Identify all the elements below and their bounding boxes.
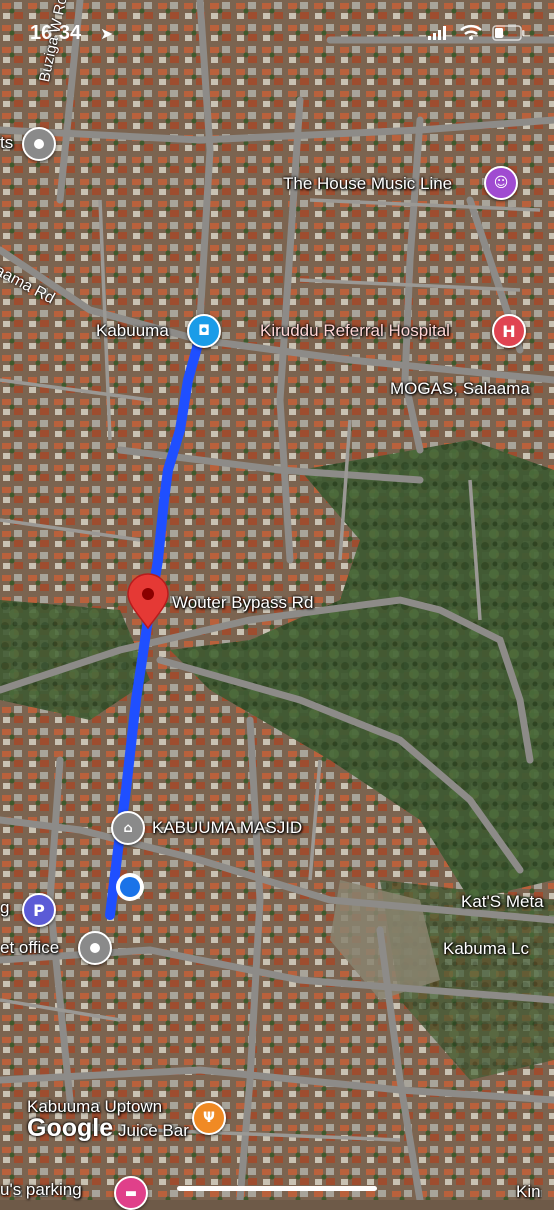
location-arrow-icon: ➤ [100, 26, 114, 43]
current-location-marker [116, 873, 144, 901]
road-label-wouter: Wouter Bypass Rd [172, 593, 314, 612]
kabuuma-pin[interactable]: ◘ [187, 314, 221, 348]
mogas-label[interactable]: MOGAS, Salaama [390, 379, 530, 399]
parking-bottom-label[interactable]: u's parking [0, 1180, 82, 1200]
location-pin-icon [90, 943, 100, 953]
masjid-label[interactable]: KABUUMA MASJID [152, 818, 302, 838]
ts-label: ts [0, 133, 14, 152]
wifi-icon [460, 24, 482, 45]
office-pin[interactable] [78, 931, 112, 965]
uptown-pin[interactable]: Ψ [192, 1101, 226, 1135]
home-indicator[interactable] [177, 1186, 377, 1191]
shopping-bag-icon: ◘ [198, 323, 210, 339]
hospital-icon: H [502, 321, 516, 341]
kabuuma-label[interactable]: Kabuuma [96, 321, 169, 341]
house-music-label[interactable]: The House Music Line [283, 174, 452, 194]
parking-bottom-pin[interactable]: ▬ [114, 1176, 148, 1210]
mosque-icon: ⌂ [123, 820, 133, 836]
masjid-pin[interactable]: ⌂ [111, 811, 145, 845]
theater-icon: ☺ [493, 175, 509, 191]
kiruddu-label[interactable]: Kiruddu Referral Hospital [260, 321, 450, 341]
signal-icon [428, 26, 448, 45]
kats-label[interactable]: Kat'S Meta [461, 892, 544, 912]
battery-icon [492, 25, 526, 46]
parking-left-pin[interactable]: P [22, 893, 56, 927]
house-music-pin[interactable]: ☺ [484, 166, 518, 200]
office-label[interactable]: et office [0, 938, 59, 958]
status-bar: 16:34 ➤ [0, 22, 554, 52]
kiruddu-pin[interactable]: H [492, 314, 526, 348]
location-pin-icon [34, 139, 44, 149]
hotel-icon: ▬ [124, 1185, 138, 1201]
restaurant-icon: Ψ [203, 1110, 215, 1126]
kabuma-lc-label[interactable]: Kabuma Lc [443, 939, 529, 959]
juice-label[interactable]: Juice Bar [118, 1121, 189, 1141]
google-attribution: Google [27, 1114, 114, 1142]
kin-label[interactable]: Kin [516, 1182, 541, 1202]
ts-pin[interactable] [22, 127, 56, 161]
parking-left-label: g [0, 898, 10, 917]
parking-icon: P [33, 900, 45, 920]
